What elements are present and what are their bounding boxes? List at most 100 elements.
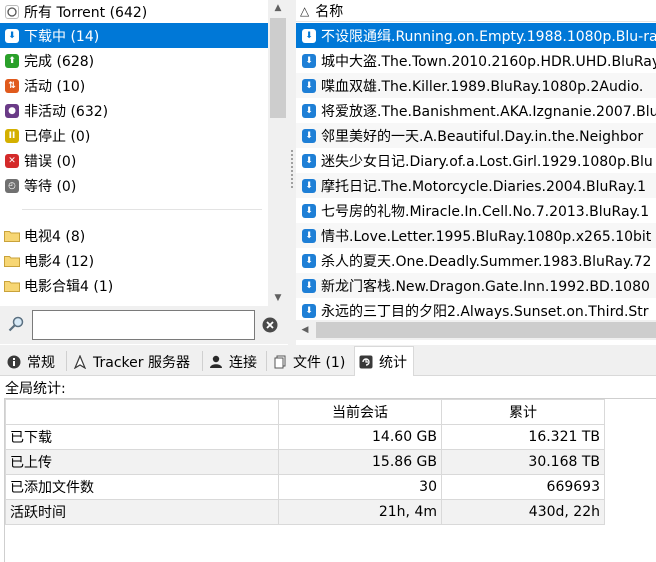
tab-label: 连接 bbox=[229, 355, 257, 371]
sort-ascending-icon: △ bbox=[300, 3, 310, 18]
scroll-left-arrow-icon[interactable]: ◀ bbox=[296, 320, 314, 340]
stats-header-session: 当前会话 bbox=[278, 399, 442, 425]
stats-total-value: 30.168 TB bbox=[441, 449, 605, 475]
torrent-name: 杀人的夏天.One.Deadly.Summer.1983.BluRay.72 bbox=[321, 253, 652, 270]
tab-trackers[interactable]: Tracker 服务器 bbox=[68, 349, 197, 375]
filter-label: 所有 Torrent (642) bbox=[24, 4, 148, 21]
stats-total-value: 669693 bbox=[441, 474, 605, 500]
stats-table-container: 当前会话 累计 已下载 14.60 GB 16.321 TB 已上传 15.86… bbox=[4, 398, 656, 562]
filter-downloading[interactable]: ⬇ 下载中 (14) bbox=[0, 23, 268, 48]
torrent-row[interactable]: ⬇ 城中大盗.The.Town.2010.2160p.HDR.UHD.BluRa… bbox=[296, 48, 656, 73]
downloading-icon: ⬇ bbox=[302, 53, 316, 68]
torrent-name: 情书.Love.Letter.1995.BluRay.1080p.x265.10… bbox=[321, 228, 652, 245]
stats-row-active-time: 活跃时间 21h, 4m 430d, 22h bbox=[5, 499, 605, 525]
scroll-up-arrow-icon[interactable]: ▲ bbox=[268, 0, 288, 16]
filter-stopped[interactable]: II 已停止 (0) bbox=[0, 123, 268, 148]
complete-icon: ⬆ bbox=[5, 53, 19, 68]
downloading-icon: ⬇ bbox=[302, 278, 316, 293]
stats-row-torrents-added: 已添加文件数 30 669693 bbox=[5, 474, 605, 500]
torrent-name: 城中大盗.The.Town.2010.2160p.HDR.UHD.BluRay bbox=[321, 53, 656, 70]
torrent-row[interactable]: ⬇ 杀人的夏天.One.Deadly.Summer.1983.BluRay.72 bbox=[296, 248, 656, 273]
stopped-icon: II bbox=[5, 128, 19, 143]
filter-error[interactable]: ✕ 错误 (0) bbox=[0, 148, 268, 173]
tab-peers[interactable]: 连接 bbox=[204, 349, 264, 375]
stats-header-total: 累计 bbox=[441, 399, 605, 425]
scroll-down-arrow-icon[interactable]: ▼ bbox=[268, 290, 288, 306]
downloading-icon: ⬇ bbox=[302, 178, 316, 193]
torrent-row[interactable]: ⬇ 喋血双雄.The.Killer.1989.BluRay.1080p.2Aud… bbox=[296, 73, 656, 98]
tab-statistics[interactable]: 统计 bbox=[354, 346, 414, 376]
tracker-icon bbox=[73, 355, 87, 369]
filter-complete[interactable]: ⬆ 完成 (628) bbox=[0, 48, 268, 73]
stats-row-uploaded: 已上传 15.86 GB 30.168 TB bbox=[5, 449, 605, 475]
filter-label: 电影4 (12) bbox=[24, 253, 95, 270]
filter-label: 非活动 (632) bbox=[24, 103, 109, 120]
downloading-icon: ⬇ bbox=[302, 78, 316, 93]
stats-caption: 全局统计: bbox=[5, 381, 66, 397]
tab-separator bbox=[66, 351, 67, 371]
waiting-icon: ◴ bbox=[5, 178, 19, 193]
downloading-icon: ⬇ bbox=[302, 103, 316, 118]
filter-inactive[interactable]: ● 非活动 (632) bbox=[0, 98, 268, 123]
stats-session-value: 15.86 GB bbox=[278, 449, 442, 475]
downloading-icon: ⬇ bbox=[302, 228, 316, 243]
filter-label: 活动 (10) bbox=[24, 78, 86, 95]
tab-files[interactable]: 文件 (1) bbox=[268, 349, 352, 375]
downloading-icon: ⬇ bbox=[302, 203, 316, 218]
stats-row-label: 已添加文件数 bbox=[5, 474, 279, 500]
folder-icon bbox=[4, 230, 20, 242]
splitter-grip[interactable] bbox=[291, 150, 293, 190]
torrent-row[interactable]: ⬇ 不设限通缉.Running.on.Empty.1988.1080p.Blu-… bbox=[296, 23, 656, 48]
stats-header-blank bbox=[5, 399, 279, 425]
column-header-label: 名称 bbox=[315, 3, 344, 20]
torrent-list-hscrollbar[interactable]: ◀ bbox=[296, 320, 656, 340]
properties-tab-bar: 常规 Tracker 服务器 连接 文件 (1) 统计 bbox=[0, 345, 656, 376]
filter-waiting[interactable]: ◴ 等待 (0) bbox=[0, 173, 268, 198]
filter-label-movie-collection4[interactable]: 电影合辑4 (1) bbox=[0, 273, 268, 298]
filter-all-torrents[interactable]: 所有 Torrent (642) bbox=[0, 0, 268, 24]
folder-icon bbox=[4, 280, 20, 292]
downloading-icon: ⬇ bbox=[302, 128, 316, 143]
torrent-row[interactable]: ⬇ 新龙门客栈.New.Dragon.Gate.Inn.1992.BD.1080 bbox=[296, 273, 656, 298]
torrent-row[interactable]: ⬇ 情书.Love.Letter.1995.BluRay.1080p.x265.… bbox=[296, 223, 656, 248]
torrent-row[interactable]: ⬇ 迷失少女日记.Diary.of.a.Lost.Girl.1929.1080p… bbox=[296, 148, 656, 173]
stats-total-value: 16.321 TB bbox=[441, 424, 605, 450]
torrent-row[interactable]: ⬇ 将爱放逐.The.Banishment.AKA.Izgnanie.2007.… bbox=[296, 98, 656, 123]
downloading-icon: ⬇ bbox=[302, 253, 316, 268]
torrent-name: 邻里美好的一天.A.Beautiful.Day.in.the.Neighbor bbox=[321, 128, 644, 145]
stats-session-value: 14.60 GB bbox=[278, 424, 442, 450]
filter-label-movie4[interactable]: 电影4 (12) bbox=[0, 248, 268, 273]
info-icon bbox=[7, 355, 21, 369]
filter-active[interactable]: ⇅ 活动 (10) bbox=[0, 73, 268, 98]
torrent-row[interactable]: ⬇ 邻里美好的一天.A.Beautiful.Day.in.the.Neighbo… bbox=[296, 123, 656, 148]
all-torrents-icon bbox=[5, 4, 19, 19]
torrent-row[interactable]: ⬇ 摩托日记.The.Motorcycle.Diaries.2004.BluRa… bbox=[296, 173, 656, 198]
scrollbar-thumb[interactable] bbox=[270, 18, 286, 118]
downloading-icon: ⬇ bbox=[5, 28, 19, 43]
downloading-icon: ⬇ bbox=[302, 303, 316, 318]
stats-session-value: 21h, 4m bbox=[278, 499, 442, 525]
tab-general[interactable]: 常规 bbox=[2, 349, 62, 375]
clear-search-icon[interactable] bbox=[262, 317, 278, 333]
filter-search-bar bbox=[0, 306, 288, 344]
search-icon bbox=[8, 316, 24, 332]
stats-row-label: 已下载 bbox=[5, 424, 279, 450]
error-icon: ✕ bbox=[5, 153, 19, 168]
filter-panel: 所有 Torrent (642) ⬇ 下载中 (14) ⬆ 完成 (628) ⇅… bbox=[0, 0, 288, 306]
column-header-name[interactable]: △ 名称 bbox=[296, 0, 656, 22]
stats-header-row: 当前会话 累计 bbox=[5, 399, 605, 425]
statistics-panel: 全局统计: 当前会话 累计 已下载 14.60 GB 16.321 TB 已上传… bbox=[0, 376, 656, 562]
stats-session-value: 30 bbox=[278, 474, 442, 500]
filter-panel-scrollbar[interactable]: ▲ ▼ bbox=[268, 0, 288, 306]
filter-label: 已停止 (0) bbox=[24, 128, 91, 145]
panel-splitter[interactable] bbox=[288, 0, 296, 345]
peers-icon bbox=[210, 355, 222, 368]
tab-separator bbox=[202, 351, 203, 371]
filter-label: 电视4 (8) bbox=[24, 228, 86, 245]
search-input[interactable] bbox=[32, 310, 255, 340]
stats-row-downloaded: 已下载 14.60 GB 16.321 TB bbox=[5, 424, 605, 450]
filter-label-tv4[interactable]: 电视4 (8) bbox=[0, 223, 268, 248]
scrollbar-thumb[interactable] bbox=[316, 322, 656, 338]
torrent-row[interactable]: ⬇ 七号房的礼物.Miracle.In.Cell.No.7.2013.BluRa… bbox=[296, 198, 656, 223]
tab-label: 常规 bbox=[27, 355, 55, 371]
